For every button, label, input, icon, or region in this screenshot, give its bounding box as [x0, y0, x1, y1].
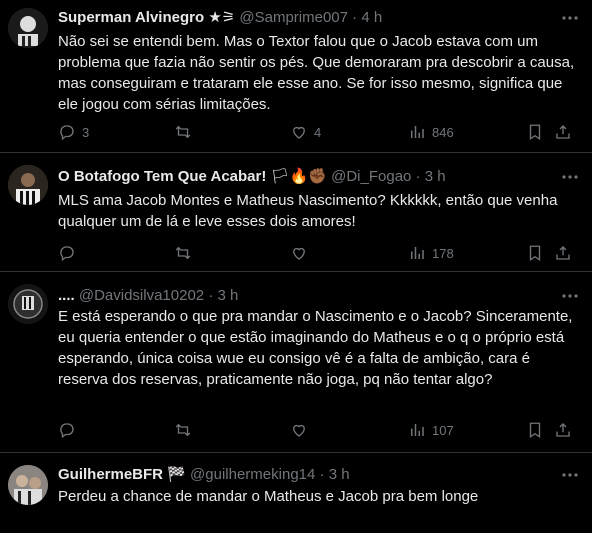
retweet-icon — [175, 423, 191, 437]
tweet-header: GuilhermeBFR 🏁 @guilhermeking14 · 3 h — [58, 465, 552, 485]
separator: · — [319, 466, 325, 483]
tweet[interactable]: .... @Davidsilva10202 · 3 h E está esper… — [0, 272, 592, 453]
like-button[interactable] — [290, 243, 314, 263]
bookmark-button[interactable] — [526, 243, 544, 263]
retweet-button[interactable] — [174, 420, 198, 440]
name-badge: ★⚞ — [208, 9, 236, 26]
reply-icon — [60, 423, 74, 439]
reply-button[interactable] — [58, 420, 82, 440]
tweet-actions: 3 4 846 — [58, 122, 578, 142]
heart-icon — [293, 424, 305, 437]
tweet-header: Superman Alvinegro ★⚞ @Samprime007 · 4 h — [58, 8, 552, 28]
retweet-button[interactable] — [174, 243, 198, 263]
views-chart-icon — [411, 126, 424, 138]
timestamp[interactable]: 3 h — [217, 287, 238, 304]
view-count: 178 — [432, 245, 454, 261]
tweet-text: E está esperando o que pra mandar o Nasc… — [58, 308, 573, 388]
bookmark-button[interactable] — [526, 122, 544, 142]
tweet-actions: 107 — [58, 420, 578, 440]
display-name[interactable]: GuilhermeBFR — [58, 466, 163, 483]
share-icon — [556, 125, 570, 139]
views-chart-icon — [411, 424, 424, 436]
user-handle[interactable]: @Di_Fogao — [331, 168, 411, 185]
separator: · — [352, 9, 358, 26]
separator: · — [208, 287, 214, 304]
tweet-header: .... @Davidsilva10202 · 3 h — [58, 286, 552, 306]
display-name[interactable]: O Botafogo Tem Que Acabar! — [58, 168, 266, 185]
reply-button[interactable]: 3 — [58, 122, 89, 142]
views-button[interactable]: 107 — [408, 420, 454, 440]
heart-icon — [293, 126, 305, 139]
reply-icon — [60, 125, 74, 141]
more-icon[interactable] — [560, 167, 580, 187]
timestamp[interactable]: 4 h — [361, 9, 382, 26]
display-name[interactable]: .... — [58, 287, 75, 304]
views-chart-icon — [411, 247, 424, 259]
more-icon[interactable] — [560, 8, 580, 28]
like-count: 4 — [314, 124, 322, 140]
bookmark-icon — [529, 245, 541, 262]
separator: · — [415, 168, 421, 185]
name-badge: 🏳🔥✊🏾 — [270, 168, 327, 185]
views-button[interactable]: 846 — [408, 122, 454, 142]
tweet-text: MLS ama Jacob Montes e Matheus Nasciment… — [58, 192, 558, 230]
views-button[interactable]: 178 — [408, 243, 454, 263]
share-icon — [556, 423, 570, 437]
retweet-button[interactable] — [174, 122, 198, 142]
tweet[interactable]: Superman Alvinegro ★⚞ @Samprime007 · 4 h… — [0, 0, 592, 153]
share-icon — [556, 246, 570, 260]
tweet-header: O Botafogo Tem Que Acabar! 🏳🔥✊🏾 @Di_Foga… — [58, 167, 552, 187]
tweet[interactable]: O Botafogo Tem Que Acabar! 🏳🔥✊🏾 @Di_Foga… — [0, 153, 592, 272]
bookmark-icon — [529, 124, 541, 141]
reply-button[interactable] — [58, 243, 82, 263]
tweet-actions: 178 — [58, 243, 578, 263]
bookmark-button[interactable] — [526, 420, 544, 440]
heart-icon — [293, 247, 305, 260]
more-icon[interactable] — [560, 465, 580, 485]
avatar[interactable] — [8, 165, 48, 205]
retweet-icon — [175, 246, 191, 260]
share-button[interactable] — [554, 243, 572, 263]
avatar[interactable] — [8, 465, 48, 505]
user-handle[interactable]: @Samprime007 — [239, 9, 348, 26]
like-button[interactable] — [290, 420, 314, 440]
tweet[interactable]: GuilhermeBFR 🏁 @guilhermeking14 · 3 h Pe… — [0, 453, 592, 533]
tweet-text: Perdeu a chance de mandar o Matheus e Ja… — [58, 488, 479, 505]
view-count: 107 — [432, 422, 454, 438]
reply-icon — [60, 246, 74, 262]
timestamp[interactable]: 3 h — [425, 168, 446, 185]
display-name[interactable]: Superman Alvinegro — [58, 9, 204, 26]
share-button[interactable] — [554, 420, 572, 440]
timestamp[interactable]: 3 h — [329, 466, 350, 483]
bookmark-icon — [529, 422, 541, 439]
name-badge: 🏁 — [167, 466, 186, 483]
avatar[interactable] — [8, 284, 48, 324]
user-handle[interactable]: @guilhermeking14 — [190, 466, 315, 483]
retweet-icon — [175, 125, 191, 139]
share-button[interactable] — [554, 122, 572, 142]
more-icon[interactable] — [560, 286, 580, 306]
avatar[interactable] — [8, 8, 48, 48]
like-button[interactable]: 4 — [290, 122, 321, 142]
reply-count: 3 — [82, 124, 90, 140]
tweet-text: Não sei se entendi bem. Mas o Textor fal… — [58, 33, 575, 113]
view-count: 846 — [432, 124, 454, 140]
user-handle[interactable]: @Davidsilva10202 — [79, 287, 204, 304]
